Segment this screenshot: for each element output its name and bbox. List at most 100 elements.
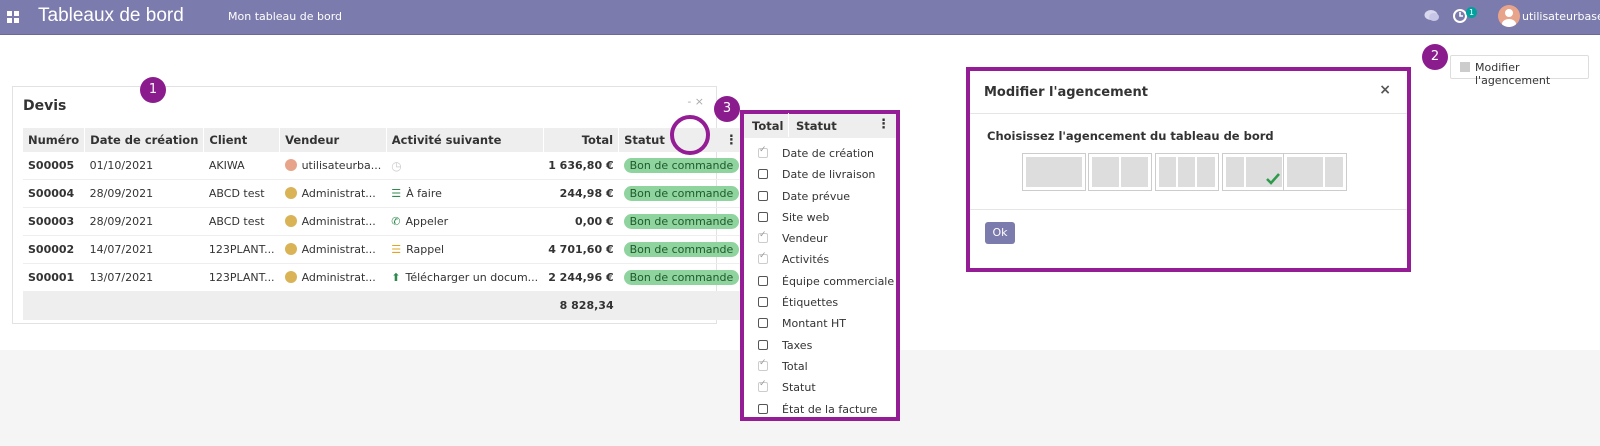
checkbox[interactable] (758, 339, 768, 350)
optional-columns-toggle-icon[interactable]: ⋮ (725, 133, 738, 148)
column-option[interactable]: Taxes (744, 336, 896, 357)
column-header-numero[interactable]: Numéro (23, 128, 86, 152)
column-header-statut[interactable]: Statut (624, 133, 665, 147)
activity-count-badge: 1 (1466, 7, 1478, 18)
column-option[interactable]: Statut (744, 378, 896, 399)
admin-avatar-icon (284, 243, 297, 255)
checkbox[interactable] (758, 211, 768, 222)
clock-icon[interactable]: ◷ (391, 159, 401, 173)
quotes-table: Numéro Date de création Client Vendeur A… (23, 128, 745, 320)
column-option[interactable]: Total (744, 357, 896, 378)
cell-client: ABCD test (203, 207, 280, 236)
cell-vendeur: Administrat... (301, 215, 376, 228)
column-option[interactable]: Vendeur (744, 229, 896, 250)
checkbox[interactable] (758, 379, 768, 393)
table-row[interactable]: S00001 13/07/2021 123PLANT... Administra… (23, 263, 745, 292)
layout-option-1-column[interactable] (1022, 153, 1086, 191)
column-header-client[interactable]: Client (203, 128, 281, 152)
cell-activite: Rappel (406, 243, 445, 256)
column-option[interactable]: Activités (744, 250, 896, 271)
cell-client: 123PLANT... (203, 235, 280, 264)
cell-activite: Appeler (405, 215, 449, 228)
column-option[interactable]: Équipe commerciale (744, 272, 896, 293)
table-row[interactable]: S00002 14/07/2021 123PLANT... Administra… (23, 235, 745, 264)
cell-numero: S00003 (23, 207, 85, 236)
cell-activite: Télécharger un docum... (405, 271, 539, 284)
ok-button[interactable]: Ok (985, 222, 1015, 244)
cell-vendeur: Administrat... (301, 271, 376, 284)
layout-option-wide-narrow[interactable] (1283, 153, 1347, 191)
edit-layout-button[interactable]: Modifier l'agencement (1450, 55, 1589, 87)
phone-icon[interactable]: ✆ (391, 215, 400, 228)
close-icon[interactable]: × (1379, 82, 1391, 98)
checkbox[interactable] (758, 275, 768, 286)
status-badge: Bon de commande (623, 214, 740, 229)
cell-client: AKIWA (203, 152, 280, 180)
table-row[interactable]: S00003 28/09/2021 ABCD test Administrat.… (23, 207, 745, 236)
reminder-icon[interactable]: ☰ (391, 243, 401, 256)
menu-my-dashboard[interactable]: Mon tableau de bord (228, 10, 342, 23)
dashlet-title: Devis (23, 98, 67, 114)
column-option[interactable]: Date de création (744, 144, 896, 165)
admin-avatar-icon (284, 271, 297, 283)
layout-option-selected[interactable] (1222, 153, 1286, 191)
status-badge: Bon de commande (623, 158, 740, 173)
cell-date: 14/07/2021 (84, 235, 204, 264)
checkbox[interactable] (758, 230, 768, 244)
column-option[interactable]: Étiquettes (744, 293, 896, 314)
modal-subtitle: Choisissez l'agencement du tableau de bo… (987, 129, 1274, 143)
layout-modal: Modifier l'agencement × Choisissez l'age… (966, 67, 1411, 272)
column-option[interactable]: État de la facture (744, 400, 896, 421)
column-option[interactable]: Site web (744, 208, 896, 229)
user-avatar[interactable] (1498, 5, 1520, 27)
cell-total: 1 636,80 € (543, 152, 619, 180)
dashlet-controls[interactable]: - × (687, 95, 704, 108)
panel-header-total: Total (752, 119, 784, 133)
checkbox[interactable] (758, 297, 768, 308)
callout-1: 1 (140, 77, 166, 103)
column-header-activite[interactable]: Activité suivante (386, 128, 544, 152)
checkbox[interactable] (758, 251, 768, 265)
column-header-vendeur[interactable]: Vendeur (279, 128, 387, 152)
upload-icon[interactable]: ⬆ (391, 271, 400, 284)
apps-menu-icon[interactable] (7, 11, 19, 23)
app-title[interactable]: Tableaux de bord (38, 5, 184, 27)
divider (970, 209, 1407, 210)
callout-2: 2 (1422, 44, 1448, 70)
cell-total: 244,98 € (543, 179, 619, 208)
column-header-date[interactable]: Date de création (84, 128, 205, 152)
layout-icon (1460, 62, 1470, 72)
layout-option-3-columns[interactable] (1155, 153, 1219, 191)
user-avatar-icon (284, 159, 297, 171)
cell-date: 28/09/2021 (84, 179, 204, 208)
kebab-menu-icon[interactable]: ⋮ (877, 117, 890, 132)
checkbox[interactable] (758, 190, 768, 201)
admin-avatar-icon (284, 215, 297, 227)
checkbox[interactable] (758, 358, 768, 371)
column-header-total[interactable]: Total (543, 128, 620, 152)
column-option[interactable]: Montant HT (744, 314, 896, 335)
todo-list-icon[interactable]: ☰ (391, 187, 401, 200)
checkbox[interactable] (758, 169, 768, 180)
cell-activite: À faire (406, 187, 442, 200)
checkbox[interactable] (758, 403, 768, 414)
checkbox[interactable] (758, 145, 768, 158)
chat-icon[interactable] (1424, 8, 1440, 24)
panel-header: Total Statut ⋮ (744, 113, 896, 138)
status-badge: Bon de commande (623, 186, 740, 201)
quotes-dashlet: Devis - × Numéro Date de création Client… (12, 86, 745, 324)
totals-row: 8 828,34 (23, 291, 745, 320)
cell-vendeur: Administrat... (301, 187, 376, 200)
table-row[interactable]: S00005 01/10/2021 AKIWA utilisateurba...… (23, 152, 745, 180)
checkmark-icon (1266, 173, 1280, 185)
column-option[interactable]: Date prévue (744, 187, 896, 208)
divider (970, 113, 1407, 114)
cell-numero: S00001 (23, 263, 85, 292)
column-option[interactable]: Date de livraison (744, 165, 896, 186)
layout-option-2-columns[interactable] (1088, 153, 1152, 191)
table-row[interactable]: S00004 28/09/2021 ABCD test Administrat.… (23, 179, 745, 208)
user-menu-name[interactable]: utilisateurbase (1522, 10, 1600, 23)
cell-client: ABCD test (203, 179, 280, 208)
callout-3: 3 (714, 96, 740, 122)
checkbox[interactable] (758, 318, 768, 329)
